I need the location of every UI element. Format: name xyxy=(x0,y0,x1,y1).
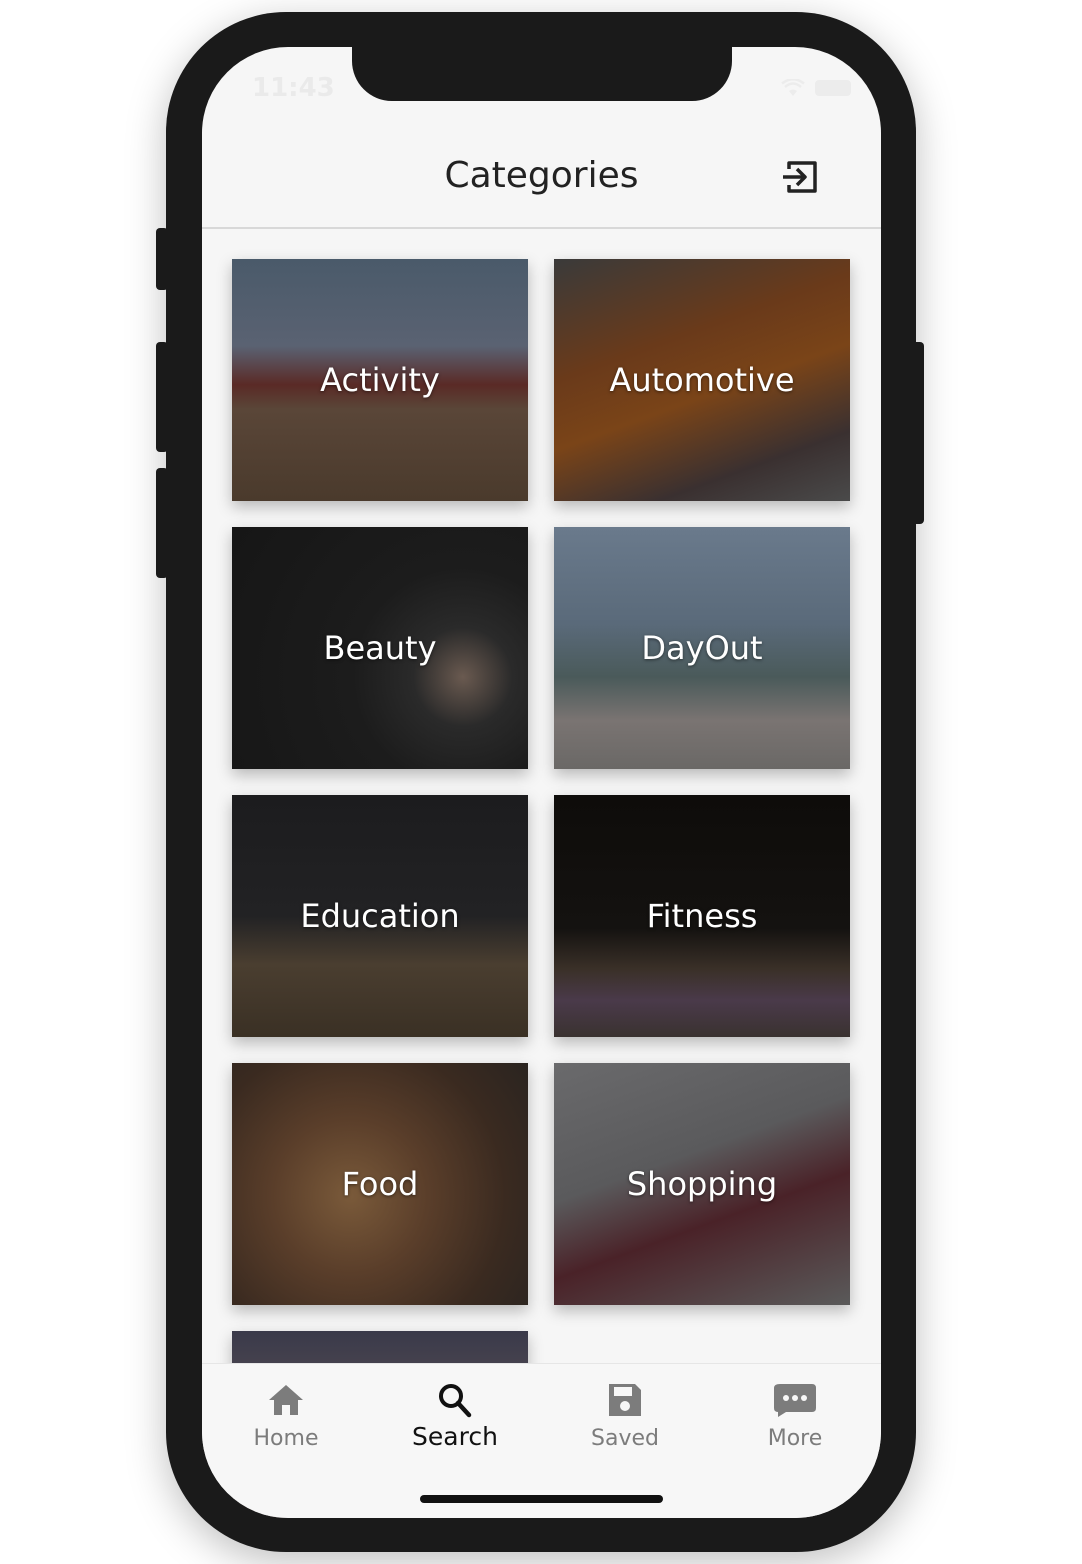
volume-up-button xyxy=(156,342,168,452)
volume-down-button xyxy=(156,468,168,578)
tab-more[interactable]: More xyxy=(725,1382,865,1451)
category-tile-beauty[interactable]: Beauty xyxy=(232,527,528,769)
category-label: DayOut xyxy=(641,629,763,667)
category-tile-fitness[interactable]: Fitness xyxy=(554,795,850,1037)
tab-label: Search xyxy=(412,1422,498,1451)
status-time: 11:43 xyxy=(252,73,335,103)
category-tile-shopping[interactable]: Shopping xyxy=(554,1063,850,1305)
more-icon xyxy=(774,1384,816,1417)
category-label: Beauty xyxy=(323,629,437,667)
mute-switch xyxy=(156,228,168,290)
home-indicator xyxy=(420,1495,663,1503)
battery-icon xyxy=(815,80,851,96)
tab-label: More xyxy=(767,1426,823,1451)
tab-home[interactable]: Home xyxy=(216,1382,356,1451)
power-button xyxy=(912,342,924,524)
top-nav-bar: Categories xyxy=(202,137,881,229)
status-icons xyxy=(781,79,851,97)
tab-label: Home xyxy=(253,1426,319,1451)
tab-saved[interactable]: Saved xyxy=(555,1382,695,1451)
category-label: Education xyxy=(300,897,460,935)
home-icon xyxy=(269,1385,303,1415)
category-label: Automotive xyxy=(609,361,795,399)
app-screen: 11:43 Categories Activity Automotive Bea… xyxy=(202,47,881,1518)
category-tile-dayout[interactable]: DayOut xyxy=(554,527,850,769)
tab-label: Saved xyxy=(591,1426,659,1451)
search-icon xyxy=(439,1384,472,1418)
logout-icon[interactable] xyxy=(781,157,821,197)
save-icon xyxy=(609,1384,641,1416)
category-label: Activity xyxy=(320,361,440,399)
wifi-icon xyxy=(781,79,805,96)
category-label: Shopping xyxy=(626,1165,778,1203)
page-title: Categories xyxy=(444,155,639,196)
category-tile-education[interactable]: Education xyxy=(232,795,528,1037)
category-label: Food xyxy=(341,1165,419,1203)
tab-search[interactable]: Search xyxy=(385,1382,525,1451)
category-label: Fitness xyxy=(646,897,758,935)
notch xyxy=(352,47,732,101)
category-tile-automotive[interactable]: Automotive xyxy=(554,259,850,501)
category-tile-food[interactable]: Food xyxy=(232,1063,528,1305)
category-tile-activity[interactable]: Activity xyxy=(232,259,528,501)
